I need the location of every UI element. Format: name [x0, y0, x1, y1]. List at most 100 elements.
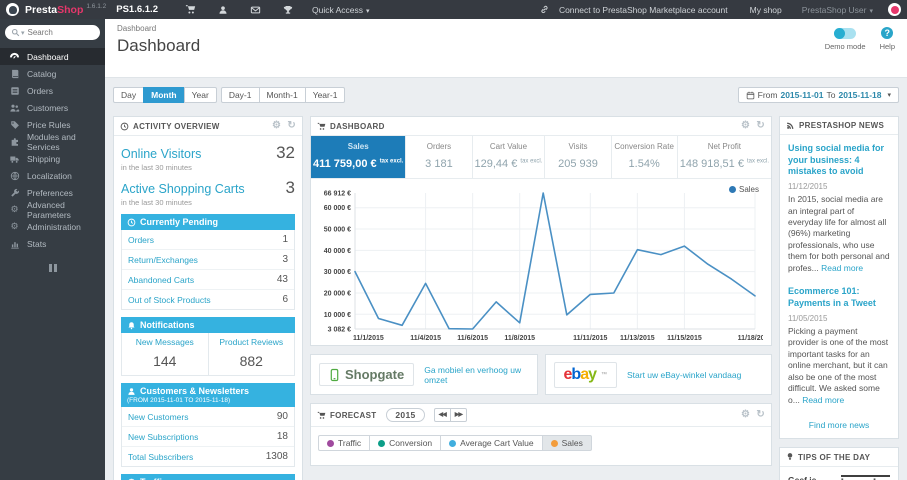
chart-legend[interactable]: Sales: [728, 185, 759, 194]
currently-pending-header: Currently Pending: [121, 214, 295, 230]
search-input[interactable]: [27, 28, 86, 37]
kpi-visits[interactable]: Visits 205 939: [545, 136, 612, 178]
legend-dot: [449, 439, 457, 447]
abandoned-carts-link[interactable]: Abandoned Carts: [128, 275, 194, 285]
customer-icon[interactable]: [218, 5, 228, 15]
forecast-legend: Traffic Conversion Average Cart Value Sa…: [311, 427, 771, 465]
svg-text:40 000 €: 40 000 €: [324, 248, 351, 255]
sidebar-item-advanced-parameters[interactable]: ⚙ Advanced Parameters: [0, 199, 105, 220]
next-year-button[interactable]: ▶▶: [449, 408, 467, 423]
svg-text:20 000 €: 20 000 €: [324, 290, 351, 297]
sidebar-item-dashboard[interactable]: Dashboard: [0, 48, 105, 65]
new-subscriptions-link[interactable]: New Subscriptions: [128, 432, 198, 442]
svg-text:10 000 €: 10 000 €: [324, 312, 351, 319]
help-icon[interactable]: ?: [881, 27, 894, 39]
ebay-link[interactable]: Start uw eBay-winkel vandaag: [627, 370, 741, 380]
pending-orders-link[interactable]: Orders: [128, 235, 154, 245]
panel-title: PRESTASHOP NEWS: [799, 121, 885, 130]
panel-title: TIPS OF THE DAY: [798, 452, 871, 462]
table-row: Return/Exchanges 3: [122, 250, 294, 270]
news-article-excerpt: Picking a payment provider is one of the…: [788, 325, 889, 405]
sidebar-item-localization[interactable]: Localization: [0, 167, 105, 184]
kpi-cart-value[interactable]: Cart Value 129,44 € tax excl.: [473, 136, 546, 178]
filter-month-button[interactable]: Month: [143, 87, 185, 103]
filter-day-button[interactable]: Day: [113, 87, 145, 103]
new-messages-link[interactable]: New Messages: [124, 337, 206, 347]
chevron-down-icon: ▾: [869, 7, 873, 15]
filter-day-1-button[interactable]: Day-1: [220, 87, 260, 103]
collapse-menu-button[interactable]: [48, 264, 58, 272]
filter-year-1-button[interactable]: Year-1: [304, 87, 346, 103]
sidebar-item-customers[interactable]: Customers: [0, 99, 105, 116]
previous-year-button[interactable]: ◀◀: [433, 408, 451, 423]
active-carts-link[interactable]: Active Shopping Carts: [121, 182, 245, 196]
sidebar-item-label: Advanced Parameters: [27, 199, 71, 220]
out-of-stock-link[interactable]: Out of Stock Products: [128, 295, 211, 305]
filter-month-1-button[interactable]: Month-1: [258, 87, 306, 103]
ebay-module: ebay ™ Start uw eBay-winkel vandaag: [544, 354, 772, 395]
gear-icon[interactable]: ⚙: [741, 121, 750, 131]
chevron-down-icon[interactable]: ▾: [21, 29, 25, 37]
quick-access-menu[interactable]: Quick Access ▾: [312, 5, 370, 15]
sidebar-item-orders[interactable]: Orders: [0, 82, 105, 99]
gear-icon[interactable]: ⚙: [272, 121, 281, 131]
trophy-icon[interactable]: [283, 5, 293, 15]
messages-icon[interactable]: [250, 5, 261, 15]
sidebar-item-catalog[interactable]: Catalog: [0, 65, 105, 82]
online-visitors-link[interactable]: Online Visitors: [121, 147, 201, 161]
traffic-header: Traffic (FROM 2015-11-01 TO 2015-11-18): [121, 474, 295, 480]
brand-primary: Presta: [25, 3, 58, 16]
kpi-orders[interactable]: Orders 3 181: [406, 136, 473, 178]
read-more-link[interactable]: Read more: [802, 395, 844, 405]
kpi-net-profit[interactable]: Net Profit 148 918,51 € tax excl.: [678, 136, 771, 178]
shopgate-logo: Shopgate: [319, 363, 415, 386]
sidebar-item-modules-and-services[interactable]: Modules and Services: [0, 132, 105, 152]
cart-icon[interactable]: [185, 4, 196, 15]
new-customers-link[interactable]: New Customers: [128, 412, 188, 422]
table-row: Out of Stock Products 6: [122, 290, 294, 309]
customers-newsletters-header: Customers & Newsletters (FROM 2015-11-01…: [121, 383, 295, 407]
help-label: Help: [879, 42, 895, 51]
refresh-icon[interactable]: ↻: [287, 121, 296, 131]
news-article-title[interactable]: Using social media for your business: 4 …: [788, 143, 890, 178]
refresh-icon[interactable]: ↻: [756, 410, 765, 420]
refresh-icon[interactable]: ↻: [756, 121, 765, 131]
total-subscribers-link[interactable]: Total Subscribers: [128, 452, 193, 462]
filter-year-button[interactable]: Year: [183, 87, 217, 103]
sidebar-item-shipping[interactable]: Shipping: [0, 150, 105, 167]
marketplace-link[interactable]: Connect to PrestaShop Marketplace accoun…: [559, 5, 728, 15]
online-visitors-value: 32: [276, 143, 295, 162]
version-label: 1.6.1.2: [86, 3, 107, 10]
breadcrumb[interactable]: Dashboard: [117, 24, 895, 33]
legend-average-cart-value-button[interactable]: Average Cart Value: [440, 435, 543, 452]
sidebar-item-administration[interactable]: ⚙ Administration: [0, 218, 105, 235]
date-range-picker[interactable]: From 2015-11-01 To 2015-11-18 ▾: [737, 87, 899, 103]
svg-text:11/15/2015: 11/15/2015: [667, 335, 702, 342]
active-carts-sub: in the last 30 minutes: [121, 198, 192, 207]
sidebar-item-stats[interactable]: Stats: [0, 235, 105, 252]
legend-conversion-button[interactable]: Conversion: [369, 435, 442, 452]
pending-returns-link[interactable]: Return/Exchanges: [128, 255, 198, 265]
online-visitors-sub: in the last 30 minutes: [121, 163, 192, 172]
bar-chart-icon: [9, 239, 20, 249]
gear-icon[interactable]: ⚙: [741, 410, 750, 420]
shopgate-link[interactable]: Ga mobiel en verhoog uw omzet: [424, 365, 528, 385]
user-avatar[interactable]: [888, 3, 901, 16]
legend-sales-button[interactable]: Sales: [541, 435, 592, 452]
notifications-header: Notifications: [121, 317, 295, 333]
sidebar-item-price-rules[interactable]: Price Rules: [0, 116, 105, 133]
sidebar-item-preferences[interactable]: Preferences: [0, 184, 105, 201]
my-shop-link[interactable]: My shop: [750, 5, 782, 15]
product-reviews-link[interactable]: Product Reviews: [211, 337, 293, 347]
news-article: Using social media for your business: 4 …: [788, 143, 890, 274]
kpi-sales[interactable]: Sales 411 759,00 € tax excl.: [311, 136, 407, 178]
news-article-title[interactable]: Ecommerce 101: Payments in a Tweet: [788, 286, 890, 309]
legend-traffic-button[interactable]: Traffic: [318, 435, 371, 452]
user-menu[interactable]: PrestaShop User ▾: [802, 5, 873, 15]
sidebar-search[interactable]: ▾: [5, 25, 100, 40]
demo-mode-toggle[interactable]: [834, 28, 857, 39]
kpi-conversion-rate[interactable]: Conversion Rate 1.54%: [612, 136, 678, 178]
find-more-news-link[interactable]: Find more news: [788, 420, 890, 430]
shop-name-link[interactable]: PS1.6.1.2: [116, 4, 158, 15]
read-more-link[interactable]: Read more: [821, 263, 863, 273]
